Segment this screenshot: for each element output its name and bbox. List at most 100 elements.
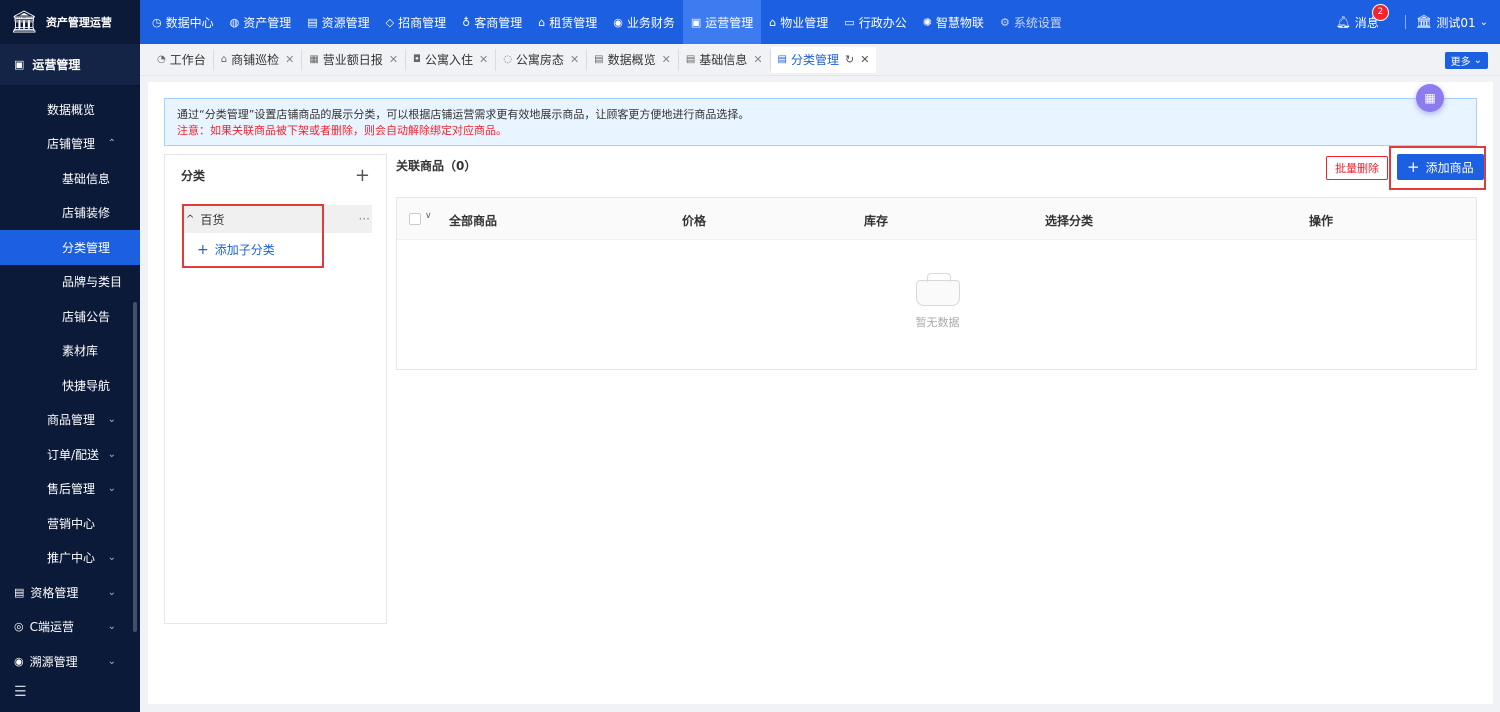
- select-all-checkbox[interactable]: [409, 213, 421, 225]
- refresh-icon[interactable]: ↻: [845, 53, 854, 66]
- topnav-property[interactable]: ⌂ 物业管理: [761, 0, 836, 44]
- user-menu[interactable]: 🏛 测试01 ⌄: [1416, 14, 1488, 31]
- sidebar-item-goods-management[interactable]: 商品管理 ⌄: [0, 403, 140, 438]
- close-icon[interactable]: ✕: [479, 53, 488, 66]
- topnav-settings[interactable]: ⚙ 系统设置: [992, 0, 1070, 44]
- collapse-menu-icon[interactable]: ☰: [14, 684, 27, 700]
- top-navbar: 🏛 资产管理运营 ◷ 数据中心 ◍ 资产管理 ▤ 资源管理 ◇ 招商管理 ♁ 客商管理 ⌂…: [0, 0, 1500, 44]
- topnav-lease[interactable]: ⌂ 租赁管理: [530, 0, 605, 44]
- add-category-icon[interactable]: +: [355, 165, 370, 186]
- category-header: 分类 +: [165, 155, 386, 195]
- notice-line: 通过“分类管理”设置店铺商品的展示分类，可以根据店铺运营需求更有效地展示商品，让…: [177, 108, 750, 121]
- topnav-operation[interactable]: ▣ 运营管理: [682, 0, 762, 44]
- caret-up-icon[interactable]: ^: [186, 214, 194, 225]
- sidebar-item-c-operation[interactable]: ◎ C端运营 ⌄: [0, 610, 140, 645]
- plus-icon: +: [197, 241, 209, 258]
- topnav-finance[interactable]: ◉ 业务财务: [605, 0, 683, 44]
- topnav-label: 资源管理: [321, 15, 370, 30]
- dashboard-icon: ▣: [690, 15, 702, 29]
- close-icon[interactable]: ✕: [570, 53, 579, 66]
- close-icon[interactable]: ✕: [662, 53, 671, 66]
- sidebar-item-marketing[interactable]: 营销中心: [0, 506, 140, 541]
- sidebar-item-quick-nav[interactable]: 快捷导航: [0, 368, 140, 403]
- people-icon: ♁: [462, 15, 471, 29]
- more-icon[interactable]: ···: [359, 212, 370, 226]
- category-node[interactable]: ^ 百货 ···: [182, 205, 372, 233]
- sidebar-title: 运营管理: [32, 58, 81, 72]
- sidebar-item-order-delivery[interactable]: 订单/配送 ⌄: [0, 437, 140, 472]
- tab-data-overview[interactable]: ▤ 数据概览 ✕: [587, 48, 679, 71]
- close-icon[interactable]: ✕: [389, 53, 398, 66]
- topnav-investment[interactable]: ◇ 招商管理: [378, 0, 454, 44]
- close-icon[interactable]: ✕: [860, 53, 869, 66]
- chevron-down-icon: ⌄: [107, 448, 116, 460]
- messages-button[interactable]: 🔔︎ 消息 2: [1336, 3, 1389, 31]
- bank-icon: 🏛: [10, 9, 38, 35]
- chevron-down-icon: ⌄: [107, 414, 116, 426]
- sidebar-item-label: 商品管理: [47, 413, 96, 428]
- close-icon[interactable]: ✕: [753, 53, 762, 66]
- tab-apartment-checkin[interactable]: ◘ 公寓入住 ✕: [406, 48, 497, 71]
- tab-label: 工作台: [169, 53, 206, 67]
- batch-delete-button[interactable]: 批量删除: [1326, 156, 1388, 180]
- sidebar-item-label: 营销中心: [47, 516, 96, 531]
- category-title: 分类: [181, 168, 206, 183]
- sidebar-item-label: 分类管理: [62, 240, 111, 255]
- more-tabs-button[interactable]: 更多 ⌄: [1444, 52, 1488, 69]
- page-icon: ▤: [594, 54, 604, 65]
- chevron-down-icon: ⌄: [107, 552, 116, 564]
- sidebar-item-label: 素材库: [62, 344, 99, 359]
- monitor-icon: ▭: [844, 15, 855, 29]
- page-icon: ▤: [777, 54, 787, 65]
- sidebar-item-material-library[interactable]: 素材库: [0, 334, 140, 369]
- brand[interactable]: 🏛 资产管理运营: [0, 0, 140, 44]
- tab-apartment-status[interactable]: ◌ 公寓房态 ✕: [496, 48, 588, 71]
- topnav-resource[interactable]: ▤ 资源管理: [299, 0, 377, 44]
- sidebar-item-category-management[interactable]: 分类管理: [0, 230, 140, 265]
- sidebar-item-basic-info[interactable]: 基础信息: [0, 161, 140, 196]
- tab-workbench[interactable]: ◔ 工作台: [150, 48, 214, 71]
- sidebar-item-qualification[interactable]: ▤ 资格管理 ⌄: [0, 575, 140, 610]
- sidebar-item-label: 资格管理: [30, 585, 79, 600]
- topnav-label: 客商管理: [474, 15, 523, 30]
- sidebar-scrollbar[interactable]: [133, 302, 137, 632]
- add-goods-label: 添加商品: [1425, 160, 1474, 175]
- tab-shop-inspection[interactable]: ⌂ 商铺巡检 ✕: [214, 48, 303, 71]
- atom-icon: ✺: [922, 15, 932, 29]
- sidebar-item-label: 快捷导航: [62, 378, 111, 393]
- gear-icon: ⚙: [999, 15, 1010, 29]
- topnav-data-center[interactable]: ◷ 数据中心: [144, 0, 222, 44]
- clock-icon: ◷: [152, 15, 162, 29]
- chevron-down-icon[interactable]: ∨: [425, 211, 432, 221]
- tab-daily-turnover[interactable]: ▦ 营业额日报 ✕: [302, 48, 407, 71]
- related-goods-title: 关联商品（0）: [396, 159, 477, 173]
- brand-name: 资产管理运营: [45, 16, 112, 29]
- sidebar-item-promotion[interactable]: 推广中心 ⌄: [0, 541, 140, 576]
- topnav-asset[interactable]: ◍ 资产管理: [222, 0, 300, 44]
- add-subcategory-link[interactable]: + 添加子分类: [197, 241, 275, 258]
- top-nav: ◷ 数据中心 ◍ 资产管理 ▤ 资源管理 ◇ 招商管理 ♁ 客商管理 ⌂ 租赁管理 ◉ 业务财…: [144, 0, 1070, 44]
- topnav-label: 物业管理: [780, 15, 829, 30]
- sidebar-item-shop-decoration[interactable]: 店铺装修: [0, 196, 140, 231]
- info-notice: 通过“分类管理”设置店铺商品的展示分类，可以根据店铺运营需求更有效地展示商品，让…: [164, 98, 1477, 146]
- sidebar-item-shop-notice[interactable]: 店铺公告: [0, 299, 140, 334]
- sidebar-item-after-sales[interactable]: 售后管理 ⌄: [0, 472, 140, 507]
- sidebar-menu: 数据概览 店铺管理 ⌃ 基础信息 店铺装修 分类管理 品牌与类目 店铺公告 素材库…: [0, 86, 140, 679]
- sidebar-item-traceability[interactable]: ◉ 溯源管理 ⌄: [0, 644, 140, 679]
- sidebar-header[interactable]: ▣ 运营管理: [0, 44, 140, 86]
- sidebar-item-label: 售后管理: [47, 482, 96, 497]
- topnav-office[interactable]: ▭ 行政办公: [836, 0, 914, 44]
- sidebar-item-data-overview[interactable]: 数据概览: [0, 92, 140, 127]
- topnav-merchant[interactable]: ♁ 客商管理: [454, 0, 530, 44]
- topnav-iot[interactable]: ✺ 智慧物联: [915, 0, 992, 44]
- certificate-icon: ▤: [14, 585, 25, 599]
- shop-float-icon[interactable]: ▦: [1416, 84, 1444, 112]
- column-header-all-goods: 全部商品: [449, 214, 498, 228]
- sidebar-item-brand-category[interactable]: 品牌与类目: [0, 265, 140, 300]
- tab-category-management[interactable]: ▤ 分类管理 ↻ ✕: [770, 46, 877, 73]
- goods-table: ∨ 全部商品 价格 库存 选择分类 操作 暂无数据: [396, 197, 1477, 370]
- tab-basic-info[interactable]: ▤ 基础信息 ✕: [679, 48, 771, 71]
- close-icon[interactable]: ✕: [285, 53, 294, 66]
- sidebar-item-shop-management[interactable]: 店铺管理 ⌃: [0, 127, 140, 162]
- add-goods-button[interactable]: + 添加商品: [1397, 154, 1484, 180]
